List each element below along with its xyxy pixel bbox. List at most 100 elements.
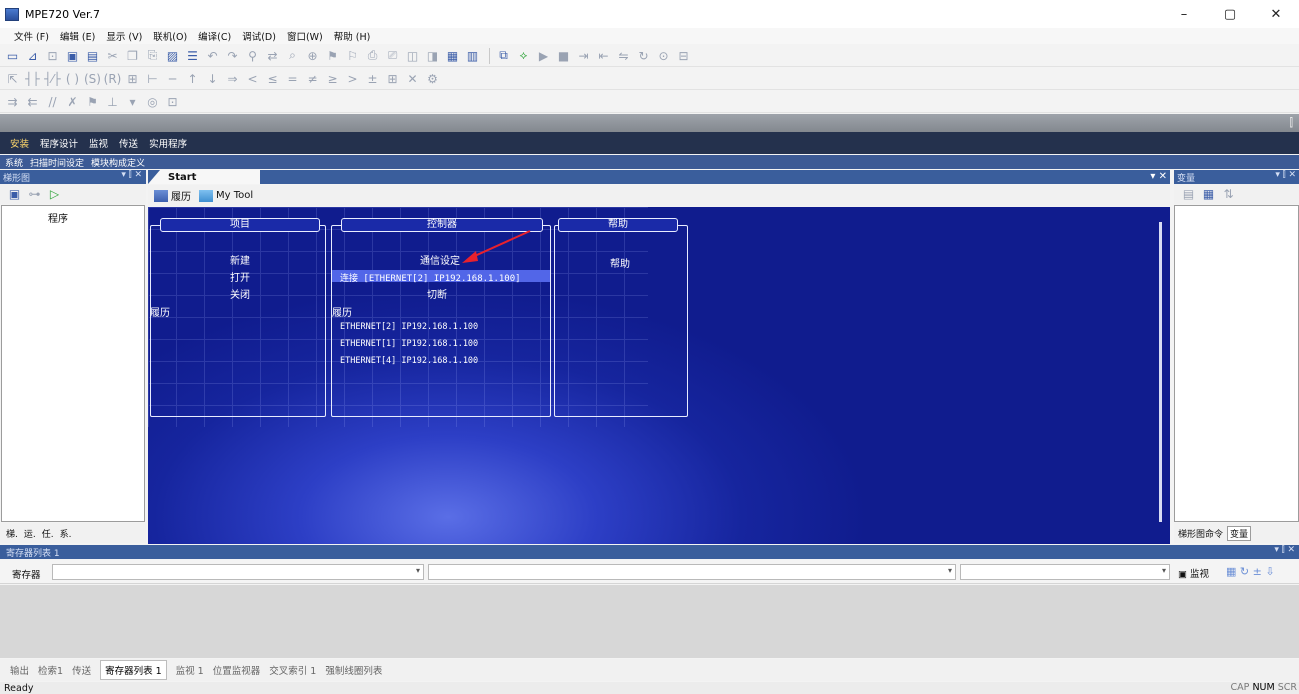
subtab-scan-time[interactable]: 扫描时间设定 — [30, 156, 84, 169]
tab-start[interactable]: Start — [148, 170, 260, 184]
register-type-combo[interactable]: ▾ — [428, 564, 956, 580]
monitor-icon[interactable]: ▥ — [464, 47, 481, 64]
tab-utility[interactable]: 实用程序 — [149, 136, 187, 150]
comment-icon[interactable]: // — [44, 93, 61, 110]
bookmark-icon[interactable]: ⚑ — [324, 47, 341, 64]
variable-add-icon[interactable]: ▦ — [1200, 186, 1217, 203]
search-icon[interactable]: ⌕ — [284, 47, 301, 64]
document-close-controls[interactable]: ▾ ✕ — [1150, 171, 1167, 182]
register-tools-icon[interactable]: ▦ ↻ ± ⇩ — [1226, 565, 1275, 578]
tab-transfer[interactable]: 传送 — [119, 136, 138, 150]
start-page-scrollbar[interactable] — [1159, 222, 1162, 522]
tab-motion[interactable]: 运. — [24, 527, 36, 540]
tab-task[interactable]: 任. — [42, 527, 54, 540]
program-tree[interactable]: 程序 — [1, 205, 145, 522]
replace-icon[interactable]: ⇄ — [264, 47, 281, 64]
redo-icon[interactable]: ↷ — [224, 47, 241, 64]
compare-icon[interactable]: ⇋ — [615, 47, 632, 64]
history-item[interactable]: ETHERNET[1] IP192.168.1.100 — [340, 339, 478, 349]
compare-eq-icon[interactable]: = — [284, 70, 301, 87]
rising-edge-icon[interactable]: ↑ — [184, 70, 201, 87]
pin-icon[interactable]: ⫿ — [1289, 116, 1293, 130]
paste-icon[interactable]: ⎘ — [144, 47, 161, 64]
contact-nc-icon[interactable]: ┤⁄├ — [44, 70, 61, 87]
compare-ge-icon[interactable]: ≥ — [324, 70, 341, 87]
project-open-link[interactable]: 打开 — [230, 269, 250, 284]
save-icon[interactable]: ▣ — [64, 47, 81, 64]
find-icon[interactable]: ⚲ — [244, 47, 261, 64]
lock-icon[interactable]: ⊙ — [655, 47, 672, 64]
open-icon[interactable]: ⊿ — [24, 47, 41, 64]
select-icon[interactable]: ⇱ — [4, 70, 21, 87]
tab-watch[interactable]: 监视 1 — [176, 663, 204, 677]
tab-transfer-log[interactable]: 传送 — [72, 663, 91, 677]
module-icon[interactable]: ▦ — [444, 47, 461, 64]
menu-view[interactable]: 显示 (V) — [106, 29, 142, 43]
tab-ladder-commands[interactable]: 梯形图命令 — [1178, 527, 1223, 540]
mark-icon[interactable]: ⚑ — [84, 93, 101, 110]
tab-variables[interactable]: 变量 — [1227, 525, 1252, 541]
table-icon[interactable]: ⊞ — [384, 70, 401, 87]
stop-icon[interactable]: ■ — [555, 47, 572, 64]
function-icon[interactable]: ⊞ — [124, 70, 141, 87]
panel-controls[interactable]: ▾ ⫿ ✕ — [1275, 170, 1296, 180]
window-split-icon[interactable]: ◫ — [404, 47, 421, 64]
project-new-link[interactable]: 新建 — [230, 252, 250, 267]
line-icon[interactable]: ─ — [164, 70, 181, 87]
new-file-icon[interactable]: ▭ — [4, 47, 21, 64]
history-item[interactable]: ETHERNET[2] IP192.168.1.100 — [340, 322, 478, 332]
tab-system[interactable]: 系. — [60, 527, 72, 540]
dock-icon[interactable]: ⊡ — [164, 93, 181, 110]
panel-controls[interactable]: ▾ ⫿ ✕ — [1274, 545, 1295, 555]
copy-icon[interactable]: ❐ — [124, 47, 141, 64]
menu-window[interactable]: 窗口(W) — [287, 29, 323, 43]
menu-compile[interactable]: 编译(C) — [198, 29, 231, 43]
sort-icon[interactable]: ⇅ — [1220, 186, 1237, 203]
undo-icon[interactable]: ↶ — [204, 47, 221, 64]
cut-icon[interactable]: ✂ — [104, 47, 121, 64]
print-icon[interactable]: ⎙ — [364, 47, 381, 64]
subtab-module-config[interactable]: 模块构成定义 — [91, 156, 145, 169]
falling-edge-icon[interactable]: ↓ — [204, 70, 221, 87]
online-icon[interactable]: ⧉ — [495, 47, 512, 64]
tab-forced-coil[interactable]: 强制线圈列表 — [325, 663, 382, 677]
history-button[interactable]: 履历 — [154, 188, 191, 203]
insert-icon[interactable]: ⊥ — [104, 93, 121, 110]
indent-icon[interactable]: ⇉ — [4, 93, 21, 110]
transfer-icon[interactable]: ⇥ — [575, 47, 592, 64]
zoom-icon[interactable]: ⊕ — [304, 47, 321, 64]
tab-position-monitor[interactable]: 位置监视器 — [213, 663, 261, 677]
tree-item-program[interactable]: 程序 — [48, 210, 68, 225]
program-run-icon[interactable]: ▷ — [46, 186, 63, 203]
outdent-icon[interactable]: ⇇ — [24, 93, 41, 110]
branch-icon[interactable]: ⊢ — [144, 70, 161, 87]
tab-output[interactable]: 输出 — [10, 663, 29, 677]
reset-coil-icon[interactable]: (R) — [104, 70, 122, 87]
panel-controls[interactable]: ▾ ⫿ ✕ — [121, 170, 142, 180]
subtab-system[interactable]: 系统 — [5, 156, 23, 169]
tab-monitor[interactable]: 监视 — [89, 136, 108, 150]
tab-programming[interactable]: 程序设计 — [40, 136, 78, 150]
mytool-button[interactable]: My Tool — [199, 189, 253, 202]
set-coil-icon[interactable]: (S) — [84, 70, 101, 87]
save-all-icon[interactable]: ▤ — [84, 47, 101, 64]
monitor-toggle[interactable]: ▣ 监视 — [1178, 566, 1209, 580]
tab-search[interactable]: 检索1 — [38, 663, 63, 677]
project-close-link[interactable]: 关闭 — [230, 286, 250, 301]
tab-ladder[interactable]: 梯. — [6, 527, 18, 540]
tab-install[interactable]: 安装 — [10, 136, 29, 150]
disconnect-link[interactable]: 切断 — [427, 286, 447, 301]
maximize-button[interactable]: ▢ — [1207, 0, 1253, 28]
list-icon[interactable]: ☰ — [184, 47, 201, 64]
history-item[interactable]: ETHERNET[4] IP192.168.1.100 — [340, 356, 478, 366]
variable-list-icon[interactable]: ▤ — [1180, 186, 1197, 203]
cross-icon[interactable]: ✕ — [404, 70, 421, 87]
help-link[interactable]: 帮助 — [610, 255, 630, 270]
variable-icon[interactable]: ▾ — [124, 93, 141, 110]
tab-register-list[interactable]: 寄存器列表 1 — [100, 660, 167, 680]
flash-icon[interactable]: ⊟ — [675, 47, 692, 64]
contact-no-icon[interactable]: ┤├ — [24, 70, 41, 87]
math-icon[interactable]: ± — [364, 70, 381, 87]
compare-ne-icon[interactable]: ≠ — [304, 70, 321, 87]
store-icon[interactable]: ⇒ — [224, 70, 241, 87]
